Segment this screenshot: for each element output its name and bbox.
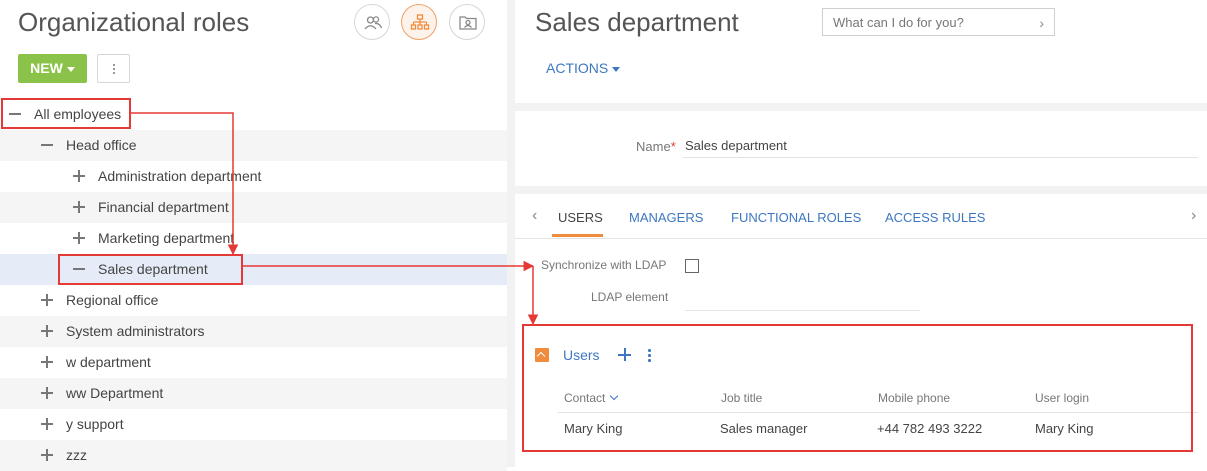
tree-item-label: Sales department: [98, 261, 208, 277]
expand-plus-icon[interactable]: [41, 387, 53, 399]
collapse-minus-icon[interactable]: [41, 139, 53, 151]
cell-job-title: Sales manager: [720, 421, 808, 436]
active-tab-indicator: [552, 234, 603, 237]
users-icon: [364, 16, 383, 30]
tab-functional-roles[interactable]: FUNCTIONAL ROLES: [731, 210, 861, 225]
more-options-button[interactable]: [97, 54, 130, 83]
expand-plus-icon[interactable]: [73, 232, 85, 244]
record-title: Sales department: [535, 7, 739, 37]
more-dot: [648, 359, 651, 362]
tree-item-label: zzz: [66, 447, 87, 463]
column-contact[interactable]: Contact: [564, 391, 619, 405]
tree-item[interactable]: ww Department: [0, 378, 507, 409]
collapse-minus-icon[interactable]: [9, 108, 21, 120]
cell-mobile-phone: +44 782 493 3222: [877, 421, 983, 436]
expand-plus-icon[interactable]: [73, 170, 85, 182]
roles-panel: Organizational roles NEW All employees H…: [0, 0, 507, 471]
command-line-input[interactable]: What can I do for you? ›: [822, 8, 1055, 36]
sync-ldap-checkbox[interactable]: [685, 259, 699, 273]
section-gap: [515, 186, 1207, 194]
more-dot: [113, 68, 115, 70]
tree-item-label: System administrators: [66, 323, 205, 339]
column-user-login[interactable]: User login: [1035, 391, 1089, 405]
roles-tree: All employees Head office Administration d…: [0, 99, 507, 471]
tree-item-label: Administration department: [98, 168, 262, 184]
tree-item[interactable]: Marketing department: [0, 223, 507, 254]
tree-item-label: Marketing department: [98, 230, 235, 246]
tree-item[interactable]: System administrators: [0, 316, 507, 347]
new-button-label: NEW: [30, 60, 63, 76]
tab-managers[interactable]: MANAGERS: [629, 210, 703, 225]
users-view-button[interactable]: [354, 4, 390, 40]
ldap-element-label: LDAP element: [591, 290, 669, 304]
sync-ldap-label: Synchronize with LDAP: [541, 258, 667, 272]
cell-user-login: Mary King: [1035, 421, 1094, 436]
tree-item-label: Regional office: [66, 292, 159, 308]
tab-access-rules[interactable]: ACCESS RULES: [885, 210, 985, 225]
detail-more-icon[interactable]: [648, 349, 651, 362]
users-detail-title[interactable]: Users: [563, 347, 600, 363]
tab-scroll-right-icon[interactable]: ›: [1191, 207, 1196, 225]
required-mark: *: [670, 139, 676, 154]
actions-button[interactable]: ACTIONS: [546, 60, 621, 76]
expand-plus-icon[interactable]: [73, 201, 85, 213]
new-button[interactable]: NEW: [18, 54, 87, 83]
expand-plus-icon[interactable]: [41, 325, 53, 337]
section-gap: [515, 103, 1207, 111]
expand-plus-icon[interactable]: [41, 356, 53, 368]
column-mobile-phone[interactable]: Mobile phone: [878, 391, 950, 405]
id-card-view-button[interactable]: [449, 4, 485, 40]
tree-item[interactable]: y support: [0, 409, 507, 440]
expand-plus-icon[interactable]: [41, 418, 53, 430]
tree-item[interactable]: Financial department: [0, 192, 507, 223]
grid-header-divider: [558, 412, 1198, 413]
tree-item[interactable]: w department: [0, 347, 507, 378]
tabs-bar: ‹ USERS MANAGERS FUNCTIONAL ROLES ACCESS…: [515, 194, 1207, 239]
tree-item-label: y support: [66, 416, 124, 432]
org-chart-view-button[interactable]: [401, 4, 437, 40]
tree-item-label: Head office: [66, 137, 137, 153]
collapse-detail-icon[interactable]: [535, 348, 549, 362]
page-title: Organizational roles: [18, 7, 250, 37]
collapse-minus-icon[interactable]: [73, 263, 85, 275]
name-label-text: Name: [636, 139, 671, 154]
role-page: Sales department What can I do for you? …: [515, 0, 1207, 467]
tree-item-label: w department: [66, 354, 151, 370]
cell-contact[interactable]: Mary King: [564, 421, 623, 436]
tree-item-label: ww Department: [66, 385, 164, 401]
expand-plus-icon[interactable]: [41, 449, 53, 461]
org-chart-icon: [410, 14, 430, 30]
chevron-right-icon[interactable]: ›: [1039, 15, 1044, 31]
panel-divider: [507, 0, 515, 467]
tree-item[interactable]: Administration department: [0, 161, 507, 192]
tab-users[interactable]: USERS: [558, 210, 603, 225]
expand-plus-icon[interactable]: [41, 294, 53, 306]
column-contact-label: Contact: [564, 391, 606, 405]
tree-item-label: All employees: [34, 106, 122, 122]
tree-item[interactable]: zzz: [0, 440, 507, 471]
name-field-label: Name*: [636, 139, 676, 154]
command-line-placeholder: What can I do for you?: [833, 15, 964, 30]
tree-item[interactable]: Head office: [0, 130, 507, 161]
more-dot: [113, 64, 115, 66]
actions-label: ACTIONS: [546, 60, 609, 76]
more-dot: [648, 354, 651, 357]
more-dot: [648, 349, 651, 352]
tree-item-label: Financial department: [98, 199, 229, 215]
sort-descending-icon[interactable]: [610, 391, 619, 401]
more-dot: [113, 72, 115, 74]
name-field-underline: [683, 157, 1198, 158]
add-icon[interactable]: [618, 348, 631, 361]
caret-down-icon: [66, 66, 75, 72]
id-card-icon: [459, 16, 477, 30]
tree-item[interactable]: Sales department: [0, 254, 507, 285]
caret-down-icon: [612, 66, 621, 72]
tree-item[interactable]: Regional office: [0, 285, 507, 316]
tree-item[interactable]: All employees: [0, 99, 507, 130]
column-job-title[interactable]: Job title: [721, 391, 762, 405]
tab-scroll-left-icon[interactable]: ‹: [532, 207, 537, 225]
name-field-input[interactable]: Sales department: [685, 138, 787, 153]
ldap-element-field[interactable]: [685, 310, 920, 311]
